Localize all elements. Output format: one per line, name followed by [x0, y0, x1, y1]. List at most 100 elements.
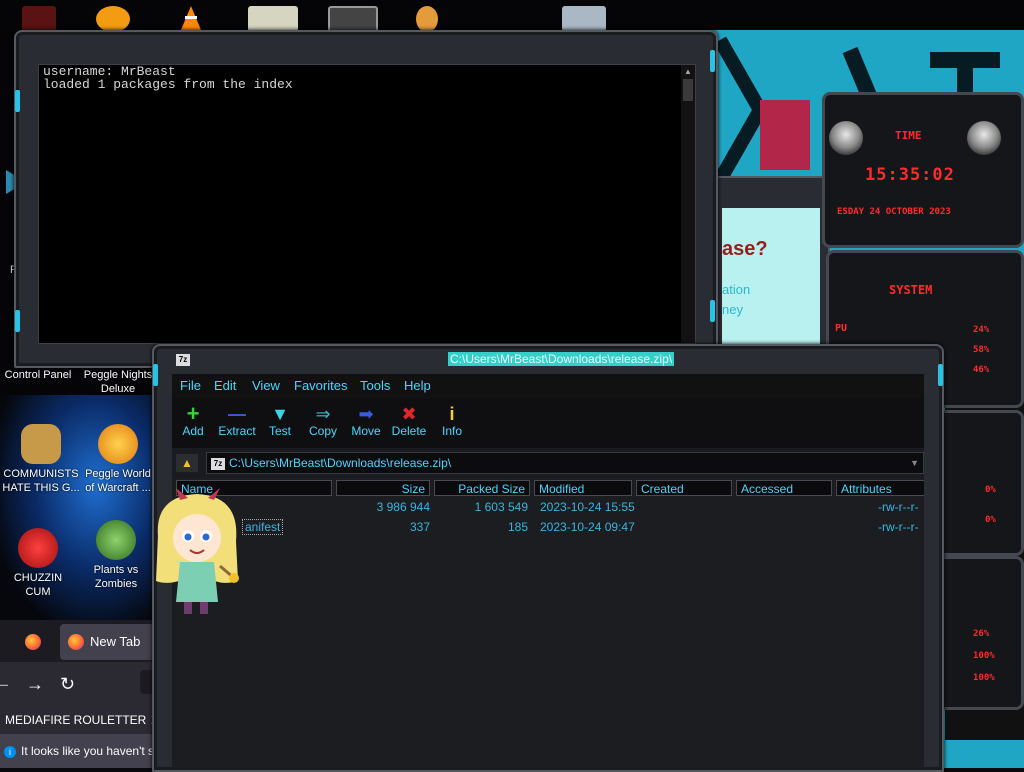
- delete-button[interactable]: ✖ Delete: [390, 404, 428, 438]
- alien-logo-icon: [829, 121, 863, 155]
- cell-attributes: -rw-r--r-: [878, 500, 919, 514]
- toolbar-label: Delete: [391, 424, 427, 438]
- frame-led: [15, 90, 20, 112]
- firefox-icon[interactable]: [25, 634, 41, 650]
- archive-icon: 7z: [211, 457, 225, 470]
- menu-edit[interactable]: Edit: [214, 378, 236, 393]
- background-window-link[interactable]: ney: [722, 302, 743, 317]
- sys-value-2: 58%: [973, 345, 990, 355]
- pvz-icon: [96, 520, 136, 560]
- copy-button[interactable]: ⇒ Copy: [308, 404, 338, 438]
- app-icon-1[interactable]: [22, 6, 56, 32]
- browser-window: New Tab – → ↻ MEDIAFIRE ROULETTER Σ i It …: [0, 620, 160, 768]
- console-scrollbar[interactable]: ▲: [681, 65, 695, 343]
- desktop-icon-label: CHUZZIN CUM: [13, 572, 63, 598]
- toolbar-label: Move: [351, 424, 381, 438]
- vlc-icon[interactable]: [180, 6, 202, 32]
- sevenzip-app-icon[interactable]: 7z: [176, 354, 190, 366]
- desktop-icon-peggle-wow[interactable]: Peggle World of Warcraft ...: [80, 424, 156, 495]
- console-window[interactable]: username: MrBeast loaded 1 packages from …: [14, 30, 718, 368]
- toolbar: + Add — Extract ▼ Test ⇒ Copy ➡ Move ✖ D…: [172, 398, 924, 448]
- cpu-label: PU: [835, 323, 848, 334]
- table-row[interactable]: anifest 337 185 2023-10-24 09:47 -rw-r--…: [172, 519, 924, 538]
- menu-favorites[interactable]: Favorites: [294, 378, 347, 393]
- desktop-icon-label: Peggle World of Warcraft ...: [85, 468, 151, 494]
- background-window-link[interactable]: ation: [722, 282, 750, 297]
- menu-view[interactable]: View: [252, 378, 280, 393]
- sevenzip-window[interactable]: 7z C:\Users\MrBeast\Downloads\release.zi…: [152, 344, 944, 772]
- col-header-modified[interactable]: Modified: [534, 480, 632, 496]
- clock-gadget[interactable]: TIME 15:35:02 ESDAY 24 OCTOBER 2023: [822, 92, 1024, 248]
- scroll-up-icon[interactable]: ▲: [684, 67, 692, 76]
- toolbar-label: Add: [182, 424, 204, 438]
- back-icon[interactable]: –: [0, 674, 8, 695]
- window-title: C:\Users\MrBeast\Downloads\release.zip\: [448, 352, 675, 366]
- background-window[interactable]: ase? ation ney: [714, 176, 830, 350]
- menu-tools[interactable]: Tools: [360, 378, 390, 393]
- desktop-icon-chuzzin[interactable]: CHUZZIN CUM: [2, 528, 74, 599]
- test-button[interactable]: ▼ Test: [266, 404, 294, 438]
- folder-up-button[interactable]: ▲: [176, 454, 198, 472]
- cell-name: anifest: [242, 519, 284, 535]
- bookmark-bar: MEDIAFIRE ROULETTER Σ: [0, 706, 160, 734]
- background-window-content: ase? ation ney: [722, 208, 820, 344]
- info-button[interactable]: i Info: [440, 404, 464, 438]
- move-button[interactable]: ➡ Move: [350, 404, 382, 438]
- toolbar-label: Test: [268, 424, 291, 438]
- alien-logo-icon: [967, 121, 1001, 155]
- info-icon: i: [4, 746, 16, 758]
- bookmark-mediafire[interactable]: MEDIAFIRE ROULETTER: [5, 713, 146, 727]
- col-header-created[interactable]: Created: [636, 480, 732, 496]
- clock-date: ESDAY 24 OCTOBER 2023: [837, 207, 951, 217]
- desktop-mascot-sticker[interactable]: [150, 486, 245, 621]
- time-label: TIME: [895, 129, 922, 142]
- cell-packed: 1 603 549: [474, 500, 528, 514]
- col-header-attributes[interactable]: Attributes: [836, 480, 924, 496]
- disk-gadget[interactable]: 0% 0%: [930, 410, 1024, 556]
- reload-icon[interactable]: ↻: [60, 674, 75, 695]
- app-icon-4[interactable]: [248, 6, 298, 32]
- extract-button[interactable]: — Extract: [216, 404, 258, 438]
- menu-help[interactable]: Help: [404, 378, 431, 393]
- disk-value-1: 0%: [985, 485, 996, 495]
- col-header-accessed[interactable]: Accessed: [736, 480, 832, 496]
- add-button[interactable]: + Add: [180, 403, 206, 439]
- desktop-icon-label: Plants vs Zombies: [93, 564, 139, 590]
- clock-time: 15:35:02: [865, 165, 955, 185]
- app-icon-7[interactable]: [562, 6, 606, 32]
- chevron-down-icon[interactable]: ▼: [910, 453, 919, 473]
- system-label: SYSTEM: [889, 283, 933, 297]
- notification-bar: i It looks like you haven't sta: [0, 734, 160, 768]
- console-output[interactable]: username: MrBeast loaded 1 packages from …: [38, 64, 696, 344]
- app-icon-6[interactable]: [416, 6, 438, 32]
- desktop-icon-label: Peggle Nights Deluxe: [83, 369, 153, 395]
- desktop-icon-peggle-nights[interactable]: Peggle Nights Deluxe: [80, 368, 156, 396]
- net-value-1: 26%: [973, 629, 990, 639]
- frame-led: [710, 50, 715, 72]
- desktop-icon-communists[interactable]: COMMUNISTS HATE THIS G...: [2, 424, 80, 495]
- cell-attributes: -rw-r--r-: [878, 520, 919, 534]
- test-icon: ▼: [271, 404, 289, 424]
- network-gadget[interactable]: 26% 100% 100%: [930, 556, 1024, 710]
- forward-icon[interactable]: →: [26, 674, 44, 695]
- cell-size: 3 986 944: [376, 500, 430, 514]
- desktop-icon-pvz[interactable]: Plants vs Zombies: [80, 520, 152, 591]
- folder-up-icon: ▲: [181, 456, 193, 470]
- address-field[interactable]: 7z C:\Users\MrBeast\Downloads\release.zip…: [206, 452, 924, 474]
- app-icon-2[interactable]: [96, 6, 130, 32]
- col-header-size[interactable]: Size: [336, 480, 430, 496]
- scroll-thumb[interactable]: [683, 79, 693, 101]
- console-text: username: MrBeast loaded 1 packages from …: [43, 65, 293, 91]
- menu-file[interactable]: File: [180, 378, 201, 393]
- col-header-packed-size[interactable]: Packed Size: [434, 480, 530, 496]
- notice-text: It looks like you haven't sta: [21, 744, 160, 758]
- copy-icon: ⇒: [315, 404, 331, 424]
- file-list[interactable]: Name Size Packed Size Modified Created A…: [172, 478, 924, 768]
- desktop-icon-control-panel[interactable]: Control Panel: [2, 368, 74, 382]
- table-row[interactable]: 3 986 944 1 603 549 2023-10-24 15:55 -rw…: [172, 500, 924, 518]
- money-bag-icon: [21, 424, 61, 464]
- delete-icon: ✖: [401, 404, 417, 424]
- tab-new-tab[interactable]: New Tab: [60, 624, 160, 660]
- frame-led: [938, 364, 943, 386]
- console-line: loaded 1 packages from the index: [43, 77, 293, 92]
